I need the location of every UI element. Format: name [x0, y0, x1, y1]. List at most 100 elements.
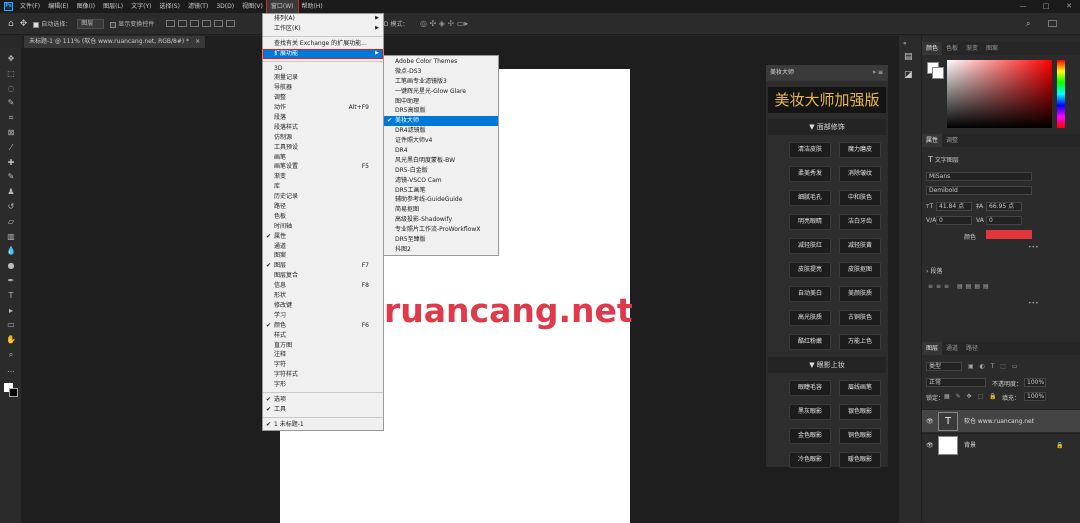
window-menu-item[interactable]: 图层 ✔ F7 [263, 261, 383, 271]
tracking-field[interactable]: 0 [986, 216, 1022, 225]
layer-filter-icons[interactable]: ▣ ◐ T ⬚ ▭ [968, 363, 1020, 370]
opacity-field[interactable]: 100% [1024, 378, 1046, 387]
plugin-effect-button[interactable]: 高光肤质 [789, 310, 831, 326]
window-menu-item[interactable]: 通道 [263, 242, 383, 252]
document-tab[interactable]: 未标题-1 @ 111% (软仓 www.ruancang.net, RGB/8… [24, 36, 206, 48]
paragraph-more-icon[interactable]: ••• [1028, 300, 1039, 307]
extension-item[interactable]: 简易抠图 [384, 205, 498, 215]
window-menu-item[interactable]: 路径 [263, 202, 383, 212]
crop-tool-icon[interactable]: ⌗ [4, 113, 18, 123]
panel-tab[interactable]: 图层 [922, 342, 943, 355]
plugin-effect-button[interactable]: 冷色眼影 [789, 452, 831, 468]
extension-item[interactable]: 证件照大师v4 [384, 136, 498, 146]
auto-select-checkbox[interactable]: 自动选择： [33, 19, 71, 28]
window-menu-item[interactable]: 仿制源 [263, 133, 383, 143]
healing-tool-icon[interactable]: ✚ [4, 158, 18, 168]
window-menu-item[interactable]: 选项 ✔ [263, 395, 383, 405]
align-icons[interactable] [166, 20, 238, 27]
window-menu-item[interactable]: 注释 [263, 350, 383, 360]
font-family-select[interactable]: MiSans [926, 172, 1032, 181]
plugin-effect-button[interactable]: 古铜肤色 [839, 310, 881, 326]
panel-tab[interactable]: 颜色 [922, 42, 943, 55]
plugin-effect-button[interactable]: 消除皱纹 [839, 166, 881, 182]
window-menu-item[interactable]: 字形 [263, 380, 383, 390]
maximize-icon[interactable]: □ [1035, 0, 1057, 13]
extension-item[interactable]: 辅助参考线-GuideGuide [384, 195, 498, 205]
hand-tool-icon[interactable]: ✋ [4, 335, 18, 345]
window-menu-item[interactable]: 信息 F8 [263, 281, 383, 291]
extension-item[interactable]: 高级投影-Shadowify [384, 215, 498, 225]
gradient-tool-icon[interactable]: ▥ [4, 232, 18, 242]
quick-select-tool-icon[interactable]: ✎ [4, 98, 18, 108]
tab-close-icon[interactable]: × [195, 38, 200, 45]
plugin-effect-button[interactable]: 明亮眼睛 [789, 214, 831, 230]
window-menu-item[interactable]: 工具 ✔ [263, 405, 383, 415]
panel-tab[interactable]: 图案 [982, 42, 1002, 55]
window-menu-item[interactable]: 导航器 [263, 83, 383, 93]
lock-icons[interactable]: ▦ ✎ ✥ ⬚ 🔒 [944, 393, 999, 400]
window-menu-item[interactable]: 色板 [263, 212, 383, 222]
section-face-retouch[interactable]: ▼ 面部修饰 [768, 119, 886, 135]
plugin-tab-label[interactable]: 美妆大师 [770, 69, 794, 76]
panel-tab[interactable]: 通道 [942, 342, 962, 355]
panel-tab[interactable]: 渐变 [962, 42, 982, 55]
font-style-select[interactable]: Demibold [926, 186, 1032, 195]
plugin-effect-button[interactable]: 眼睫毛容 [789, 380, 831, 396]
extension-item[interactable]: 图中助理 [384, 97, 498, 107]
menu-5[interactable]: 选择(S) [155, 0, 184, 13]
window-menu-item[interactable]: 工作区(K) ▶ [263, 24, 383, 34]
menu-10[interactable]: 帮助(H) [298, 0, 327, 13]
window-menu-item[interactable]: 修改键 [263, 301, 383, 311]
window-menu-item[interactable]: 段落 [263, 113, 383, 123]
blend-mode-select[interactable]: 正常 [926, 378, 986, 387]
photoshop-logo-icon[interactable]: Ps [4, 2, 13, 11]
3d-controls-icons[interactable]: ◎ ✣ ◈ ✢ ▭▸ [420, 19, 468, 28]
window-menu-item[interactable]: 1 未标题-1 ✔ [263, 420, 383, 430]
window-menu-item[interactable]: 历史记录 [263, 192, 383, 202]
menu-3[interactable]: 图层(L) [99, 0, 127, 13]
extension-item[interactable]: 一键辉光星光-Glow Glare [384, 87, 498, 97]
extension-item[interactable]: 工笔画专业滤镜版3 [384, 77, 498, 87]
home-icon[interactable]: ⌂ [8, 19, 14, 29]
path-select-tool-icon[interactable]: ▸ [4, 306, 18, 316]
watermark-text[interactable]: ruancang.net [384, 291, 633, 330]
auto-select-dropdown[interactable]: 图层 [77, 18, 105, 29]
show-transform-checkbox[interactable]: 显示变换控件 [110, 19, 154, 28]
window-menu-item[interactable]: 调整 [263, 93, 383, 103]
window-menu-item[interactable]: 样式 [263, 331, 383, 341]
extension-item[interactable]: DR4滤镜版 [384, 126, 498, 136]
layer-kind-filter[interactable]: 类型 [926, 362, 962, 371]
move-tool-icon[interactable]: ✥ [4, 54, 18, 64]
kerning-field[interactable]: 0 [936, 216, 972, 225]
background-swatch[interactable] [9, 388, 18, 397]
menu-4[interactable]: 文字(Y) [127, 0, 155, 13]
plugin-effect-button[interactable]: 洁白牙齿 [839, 214, 881, 230]
color-picker-field[interactable] [947, 60, 1052, 128]
extension-item[interactable]: DR5高级版 [384, 106, 498, 116]
plugin-effect-button[interactable]: 黑灰眼影 [789, 404, 831, 420]
menu-0[interactable]: 文件(F) [16, 0, 44, 13]
window-menu-item[interactable]: 形状 [263, 291, 383, 301]
visibility-eye-icon[interactable]: 👁 [926, 410, 934, 433]
zoom-tool-icon[interactable]: ⌕ [4, 350, 18, 360]
minimize-icon[interactable]: — [1012, 0, 1034, 13]
layer-row-background[interactable]: 👁 背景 🔒 [922, 433, 1080, 456]
window-menu-item[interactable]: 学习 [263, 311, 383, 321]
stamp-tool-icon[interactable]: ♟ [4, 187, 18, 197]
paragraph-align-icons[interactable]: ≡≡≡ ▤▤▤▤ [928, 283, 992, 290]
extension-item[interactable]: 滤镜-VSCO Cam [384, 176, 498, 186]
workspace-icon[interactable] [1048, 20, 1060, 27]
history-icon[interactable]: ▤ [904, 52, 913, 62]
window-menu-item[interactable]: 工具预设 [263, 143, 383, 153]
layer-row-text[interactable]: 👁 T 软仓 www.ruancang.net [922, 409, 1080, 432]
text-color-swatch[interactable] [986, 230, 1032, 239]
plugin-effect-button[interactable]: 中和肤色 [839, 190, 881, 206]
marquee-tool-icon[interactable]: ⬚ [4, 69, 18, 79]
panel-tab[interactable]: 调整 [942, 134, 962, 147]
plugin-effect-button[interactable]: 皮肤提亮 [789, 262, 831, 278]
plugin-effect-button[interactable]: 柔美秀发 [789, 166, 831, 182]
window-menu-item[interactable]: 动作 Alt+F9 [263, 103, 383, 113]
eraser-tool-icon[interactable]: ▱ [4, 217, 18, 227]
more-tool-icon[interactable]: … [4, 365, 18, 375]
window-menu-item[interactable]: 排列(A) ▶ [263, 14, 383, 24]
